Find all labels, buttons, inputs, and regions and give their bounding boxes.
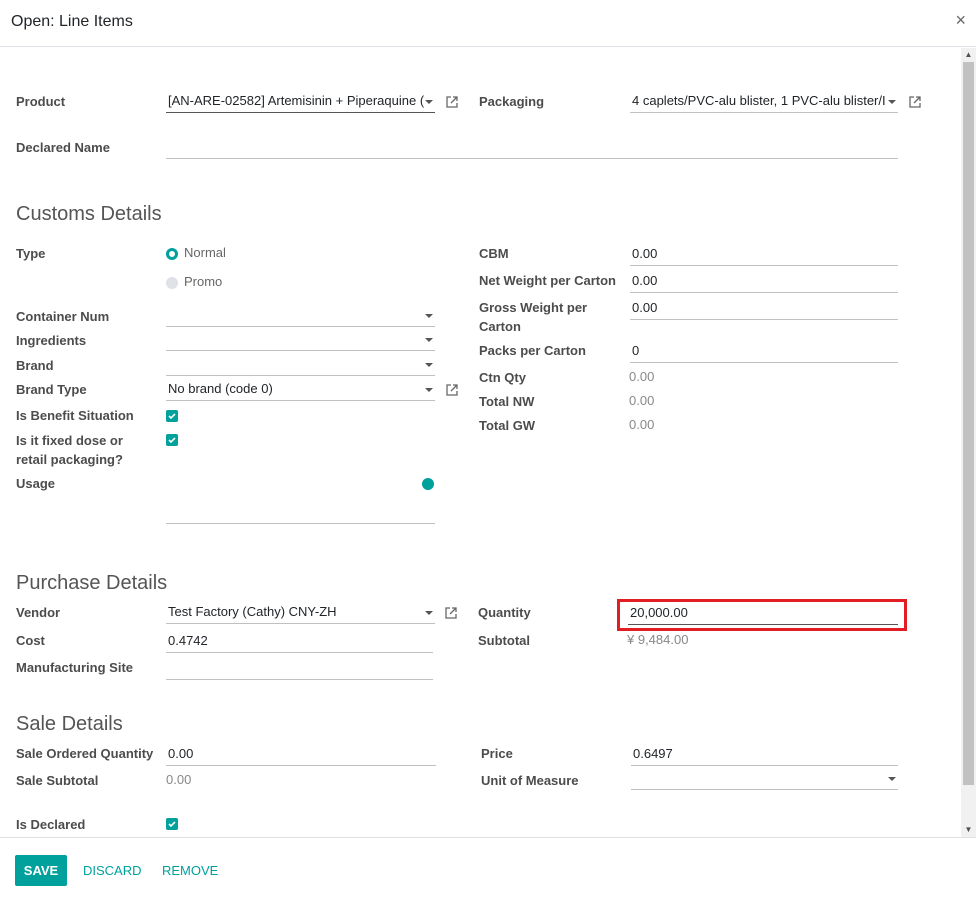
brand-select[interactable] xyxy=(166,354,435,376)
dialog-title: Open: Line Items xyxy=(11,13,133,30)
scroll-up-arrow-icon[interactable]: ▲ xyxy=(961,48,976,62)
container-num-select[interactable] xyxy=(166,305,435,327)
type-label: Type xyxy=(16,246,46,261)
total-gw-value: 0.00 xyxy=(629,417,655,432)
dialog-footer: SAVE DISCARD REMOVE xyxy=(0,837,976,904)
sale-subtotal-label: Sale Subtotal xyxy=(16,773,99,788)
chevron-down-icon[interactable] xyxy=(425,338,433,342)
total-nw-label: Total NW xyxy=(479,394,535,409)
cost-label: Cost xyxy=(16,633,45,648)
net-weight-label: Net Weight per Carton xyxy=(479,273,616,288)
check-icon xyxy=(168,413,176,420)
uom-label: Unit of Measure xyxy=(481,773,579,788)
manufacturing-site-input[interactable] xyxy=(166,658,433,680)
external-link-icon[interactable] xyxy=(445,95,459,109)
vertical-scrollbar[interactable]: ▲ ▼ xyxy=(961,48,976,837)
subtotal-value: ¥ 9,484.00 xyxy=(627,632,689,647)
price-label: Price xyxy=(481,746,513,761)
save-button[interactable]: SAVE xyxy=(15,855,67,886)
ctn-qty-label: Ctn Qty xyxy=(479,370,526,385)
gross-weight-input[interactable]: 0.00 xyxy=(630,298,898,320)
scroll-thumb[interactable] xyxy=(963,62,974,785)
benefit-label: Is Benefit Situation xyxy=(16,408,134,423)
dialog-header: Open: Line Items × xyxy=(0,0,976,47)
product-label: Product xyxy=(16,94,66,109)
external-link-icon[interactable] xyxy=(908,95,922,109)
sale-ordered-qty-input[interactable]: 0.00 xyxy=(166,744,436,766)
globe-icon[interactable] xyxy=(422,478,434,490)
chevron-down-icon[interactable] xyxy=(425,611,433,615)
sale-subtotal-value: 0.00 xyxy=(166,772,192,787)
brand-type-label: Brand Type xyxy=(16,382,87,397)
manufacturing-site-label: Manufacturing Site xyxy=(16,660,134,675)
total-gw-label: Total GW xyxy=(479,418,536,433)
product-value: [AN-ARE-02582] Artemisinin + Piperaquine… xyxy=(168,93,425,108)
discard-button[interactable]: DISCARD xyxy=(83,855,142,886)
scroll-down-arrow-icon[interactable]: ▼ xyxy=(961,823,976,837)
usage-label: Usage xyxy=(16,476,56,491)
vendor-select[interactable]: Test Factory (Cathy) CNY-ZH xyxy=(166,602,435,624)
subtotal-label: Subtotal xyxy=(478,633,530,648)
ctn-qty-value: 0.00 xyxy=(629,369,655,384)
chevron-down-icon[interactable] xyxy=(425,100,433,104)
gross-weight-label: Gross Weight per Carton xyxy=(479,300,588,334)
sale-section-title: Sale Details xyxy=(16,713,123,735)
cbm-input[interactable]: 0.00 xyxy=(630,244,898,266)
uom-select[interactable] xyxy=(631,768,898,790)
customs-section-title: Customs Details xyxy=(16,203,162,225)
dialog-body: Product [AN-ARE-02582] Artemisinin + Pip… xyxy=(0,48,961,837)
usage-textarea[interactable] xyxy=(166,476,435,524)
external-link-icon[interactable] xyxy=(444,606,458,620)
chevron-down-icon[interactable] xyxy=(425,363,433,367)
vendor-value: Test Factory (Cathy) CNY-ZH xyxy=(168,604,337,619)
chevron-down-icon[interactable] xyxy=(425,314,433,318)
is-declared-label: Is Declared xyxy=(16,817,86,832)
quantity-label: Quantity xyxy=(478,605,531,620)
radio-normal-label[interactable]: Normal xyxy=(184,245,226,261)
benefit-checkbox[interactable] xyxy=(166,410,178,422)
external-link-icon[interactable] xyxy=(445,383,459,397)
radio-promo[interactable] xyxy=(166,277,178,289)
vendor-label: Vendor xyxy=(16,605,61,620)
is-declared-checkbox[interactable] xyxy=(166,818,178,830)
packs-input[interactable]: 0 xyxy=(630,341,898,363)
container-num-label: Container Num xyxy=(16,309,110,324)
purchase-section-title: Purchase Details xyxy=(16,572,168,594)
brand-type-select[interactable]: No brand (code 0) xyxy=(166,379,435,401)
packaging-field[interactable]: 4 caplets/PVC-alu blister, 1 PVC-alu bli… xyxy=(630,91,898,113)
ingredients-select[interactable] xyxy=(166,329,435,351)
chevron-down-icon[interactable] xyxy=(888,777,896,781)
radio-normal[interactable] xyxy=(166,248,178,260)
check-icon xyxy=(168,821,176,828)
ingredients-label: Ingredients xyxy=(16,333,87,348)
check-icon xyxy=(168,437,176,444)
chevron-down-icon[interactable] xyxy=(425,388,433,392)
declared-name-input[interactable] xyxy=(166,137,898,159)
fixed-dose-label: Is it fixed dose or retail packaging? xyxy=(16,433,123,467)
cbm-label: CBM xyxy=(479,246,509,261)
packaging-label: Packaging xyxy=(479,94,545,109)
radio-promo-label[interactable]: Promo xyxy=(184,274,222,290)
net-weight-input[interactable]: 0.00 xyxy=(630,271,898,293)
sale-ordered-qty-label: Sale Ordered Quantity xyxy=(16,746,154,761)
price-input[interactable]: 0.6497 xyxy=(631,744,898,766)
product-field[interactable]: [AN-ARE-02582] Artemisinin + Piperaquine… xyxy=(166,91,435,113)
close-icon[interactable]: × xyxy=(955,10,966,31)
brand-type-value: No brand (code 0) xyxy=(168,381,273,396)
total-nw-value: 0.00 xyxy=(629,393,655,408)
fixed-dose-checkbox[interactable] xyxy=(166,434,178,446)
cost-input[interactable]: 0.4742 xyxy=(166,631,433,653)
packs-label: Packs per Carton xyxy=(479,343,586,358)
declared-name-label: Declared Name xyxy=(16,140,110,155)
chevron-down-icon[interactable] xyxy=(888,100,896,104)
brand-label: Brand xyxy=(16,358,54,373)
packaging-value: 4 caplets/PVC-alu blister, 1 PVC-alu bli… xyxy=(632,93,886,108)
quantity-highlight-box xyxy=(617,599,907,631)
remove-button[interactable]: REMOVE xyxy=(162,855,218,886)
